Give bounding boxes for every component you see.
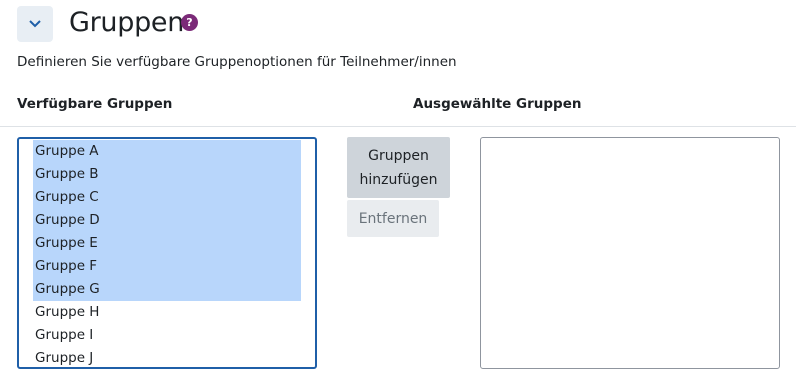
group-option[interactable]: Gruppe E (33, 232, 301, 255)
add-groups-button[interactable]: Gruppen hinzufügen (347, 137, 450, 198)
remove-button[interactable]: Entfernen (347, 200, 439, 237)
group-option[interactable]: Gruppe I (33, 324, 301, 347)
chevron-down-icon (29, 20, 41, 28)
selected-groups-listbox[interactable] (480, 137, 780, 369)
group-option[interactable]: Gruppe D (33, 209, 301, 232)
divider (0, 126, 796, 127)
available-groups-listbox[interactable]: Gruppe A Gruppe B Gruppe C Gruppe D Gruppe E… (17, 137, 317, 369)
available-groups-label: Verfügbare Gruppen (17, 96, 173, 112)
section-description: Definieren Sie verfügbare Gruppenoptione… (17, 54, 457, 70)
add-button-label-line2: hinzufügen (359, 171, 438, 188)
group-option[interactable]: Gruppe F (33, 255, 301, 278)
group-option[interactable]: Gruppe G (33, 278, 301, 301)
group-option[interactable]: Gruppe H (33, 301, 301, 324)
group-option[interactable]: Gruppe J (33, 347, 301, 367)
group-option[interactable]: Gruppe C (33, 186, 301, 209)
help-icon[interactable]: ? (181, 14, 198, 31)
selected-groups-label: Ausgewählte Gruppen (413, 96, 582, 112)
collapse-toggle-button[interactable] (17, 6, 53, 42)
add-button-label-line1: Gruppen (368, 147, 429, 164)
group-option[interactable]: Gruppe B (33, 163, 301, 186)
section-title: Gruppen (69, 7, 185, 38)
group-option[interactable]: Gruppe A (33, 140, 301, 163)
